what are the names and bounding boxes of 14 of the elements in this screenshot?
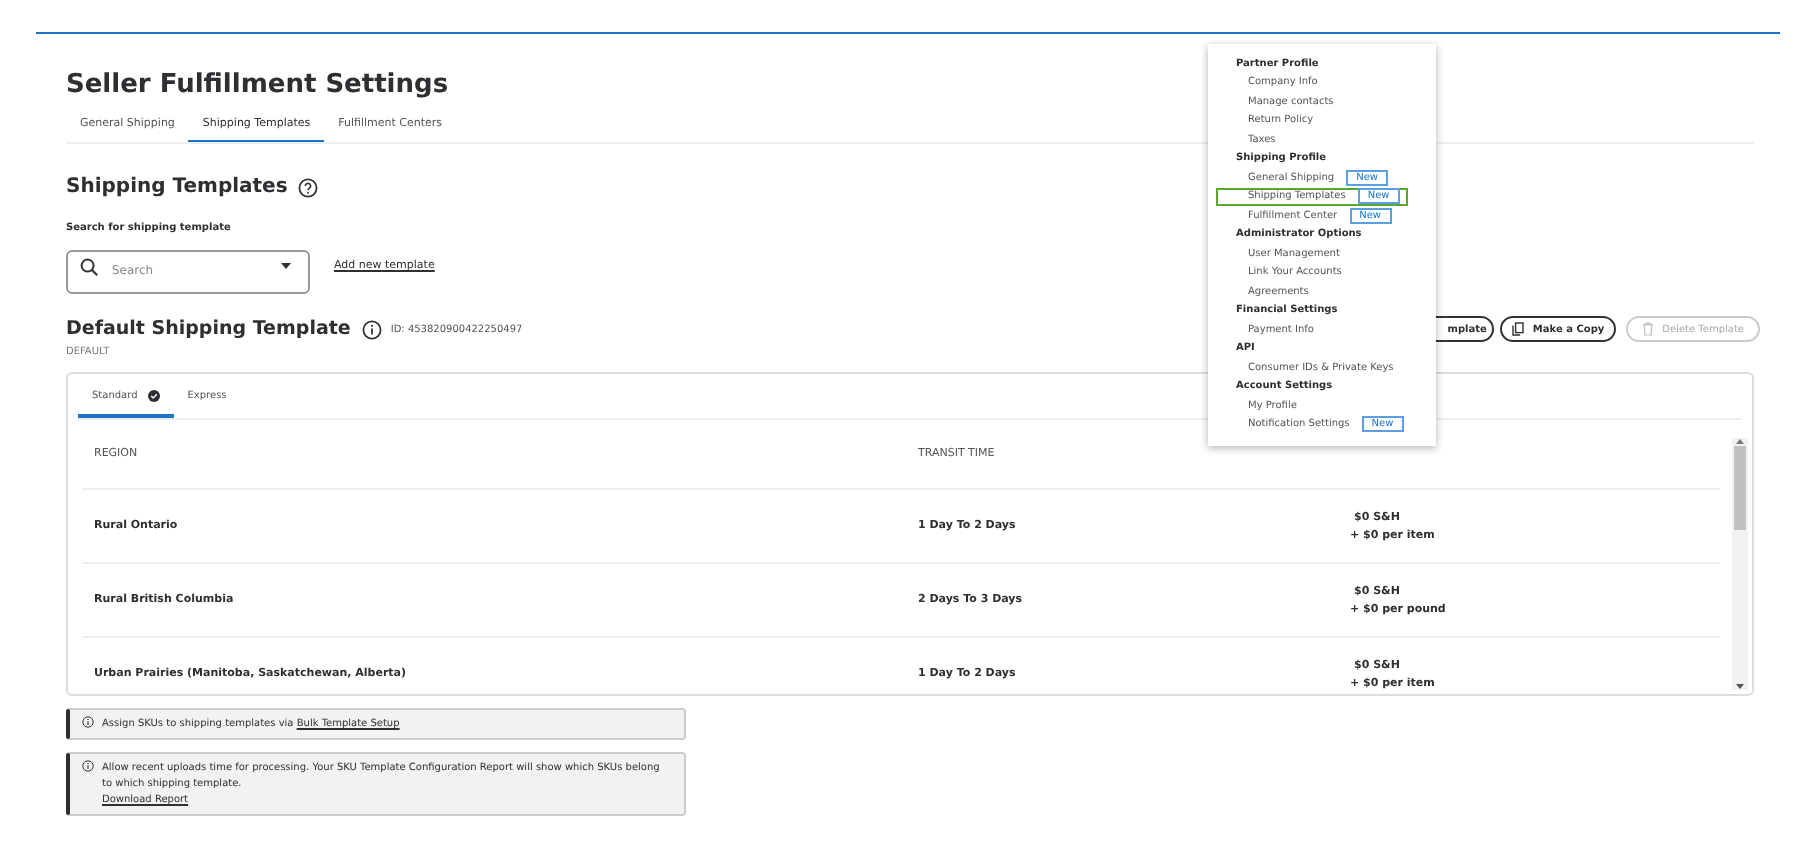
section-heading: Shipping Templates — [66, 176, 288, 198]
check-circle-icon — [147, 390, 160, 402]
search-icon — [80, 257, 98, 275]
scrollbar[interactable] — [1732, 438, 1748, 690]
info-icon — [82, 716, 94, 728]
template-title: Default Shipping Template — [66, 318, 351, 340]
trash-icon — [1642, 322, 1655, 336]
scroll-down-icon — [1736, 684, 1744, 690]
help-icon — [297, 177, 318, 197]
caret-icon — [280, 262, 292, 270]
info-icon — [82, 760, 94, 772]
copy-icon — [1512, 322, 1525, 336]
page-title: Seller Fulfillment Settings — [66, 70, 449, 100]
info-icon — [362, 319, 383, 339]
